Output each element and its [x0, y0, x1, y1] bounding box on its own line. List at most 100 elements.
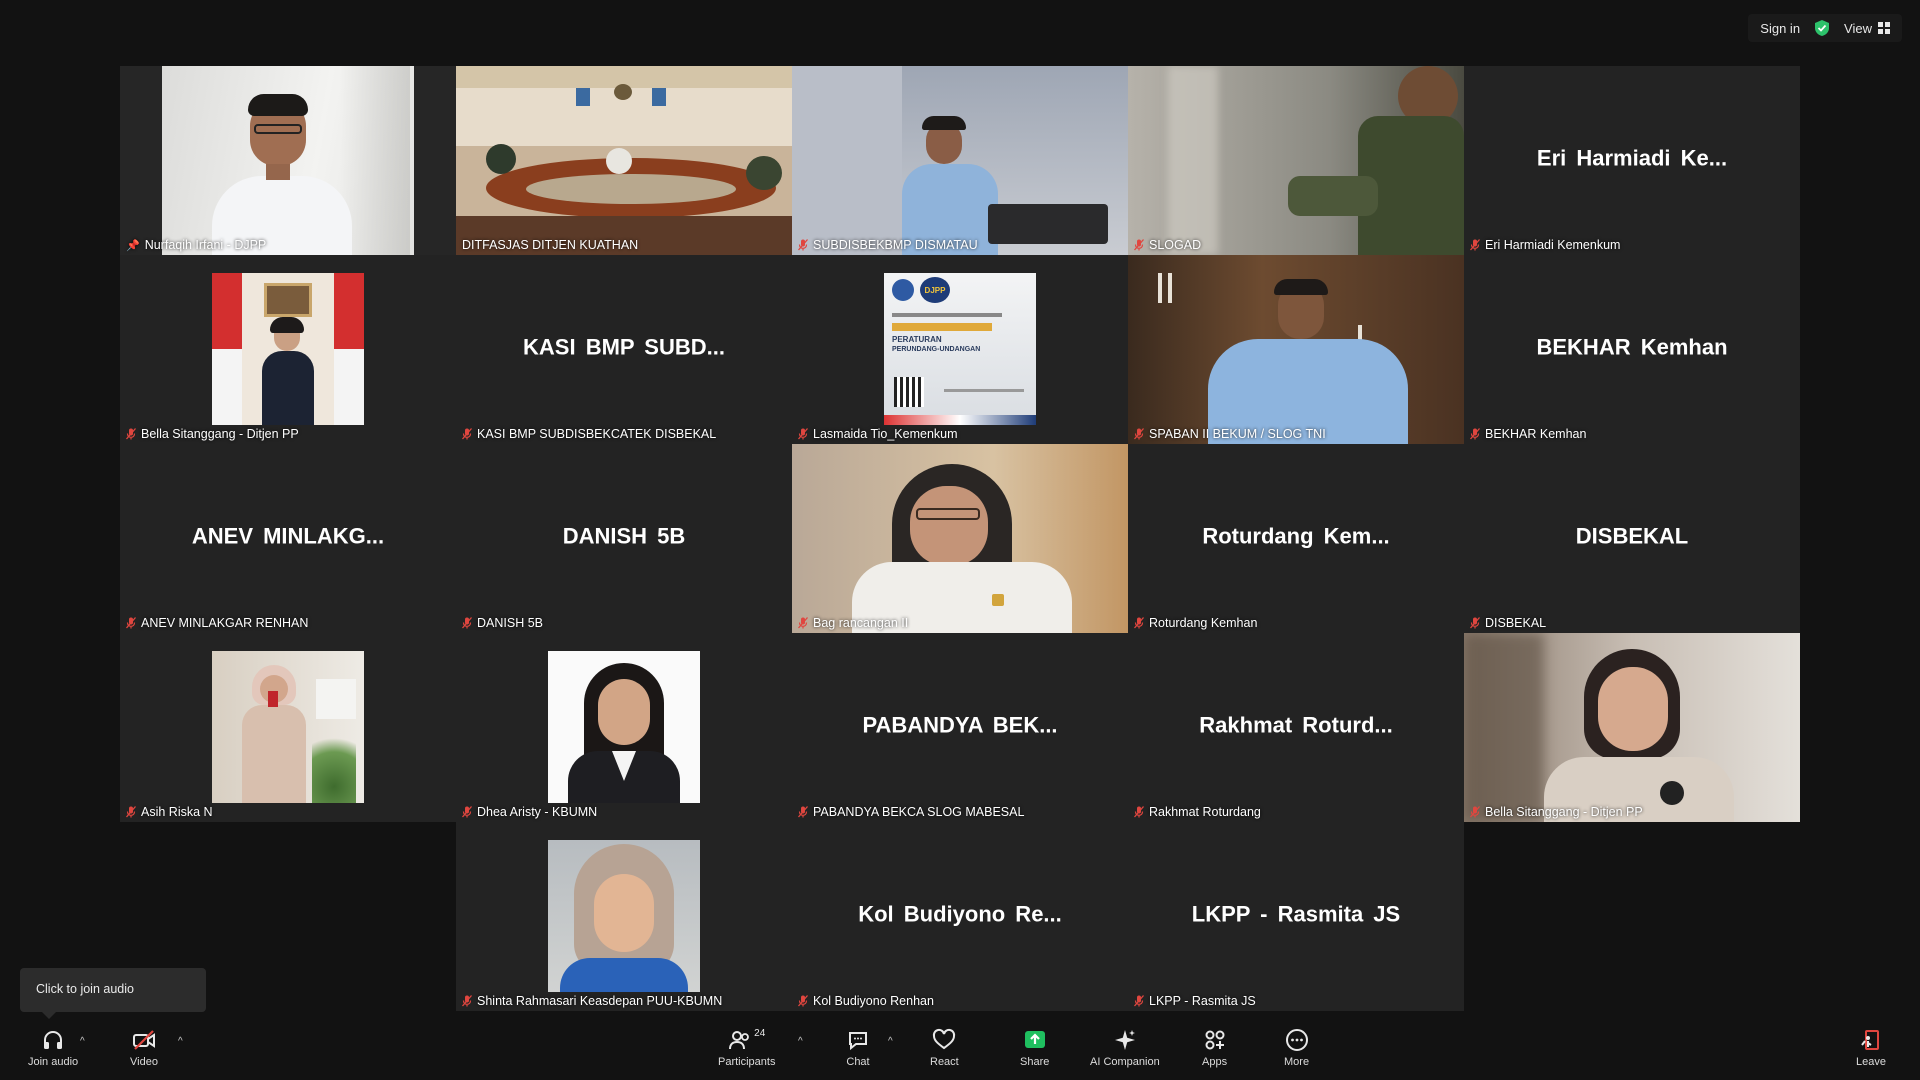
- participant-tile[interactable]: DISBEKAL DISBEKAL: [1464, 444, 1800, 633]
- mic-muted-icon: [462, 995, 472, 1007]
- participant-name: Bag rancangan II: [813, 616, 909, 630]
- chat-icon: [849, 1032, 867, 1051]
- participant-name-tag: DANISH 5B: [462, 616, 543, 630]
- participant-name-tag: Eri Harmiadi Kemenkum: [1470, 238, 1620, 252]
- audio-options-caret-icon[interactable]: ^: [80, 1036, 85, 1047]
- participant-tile[interactable]: SPABAN II BEKUM / SLOG TNI: [1128, 255, 1464, 444]
- participant-tile[interactable]: Asih Riska N: [120, 633, 456, 822]
- participant-name: Dhea Aristy - KBUMN: [477, 805, 598, 819]
- participant-display-name: LKPP - Rasmita JS: [1191, 900, 1401, 926]
- participant-tile[interactable]: SUBDISBEKBMP DISMATAU: [792, 66, 1128, 255]
- participant-tile[interactable]: Eri Harmiadi Ke... Eri Harmiadi Kemenkum: [1464, 66, 1800, 255]
- mic-muted-icon: [1134, 617, 1144, 629]
- participant-name-tag: BEKHAR Kemhan: [1470, 427, 1586, 441]
- participant-tile[interactable]: DJPP PERATURAN PERUNDANG-UNDANGAN Lasmai…: [792, 255, 1128, 444]
- participant-name: Bella Sitanggang - Ditjen PP: [1485, 805, 1643, 819]
- participant-tile[interactable]: 📌 Nurfaqih Irfani - DJPP: [120, 66, 456, 255]
- djpp-logo: DJPP: [920, 277, 950, 303]
- participant-name: DANISH 5B: [477, 616, 543, 630]
- react-button[interactable]: React: [930, 1028, 959, 1068]
- leave-label: Leave: [1856, 1056, 1886, 1068]
- video-options-caret-icon[interactable]: ^: [178, 1036, 183, 1047]
- apps-label: Apps: [1202, 1056, 1228, 1068]
- mic-muted-icon: [1470, 617, 1480, 629]
- participant-tile[interactable]: Dhea Aristy - KBUMN: [456, 633, 792, 822]
- participant-tile[interactable]: Kol Budiyono Re... Kol Budiyono Renhan: [792, 822, 1128, 1011]
- participant-display-name: DANISH 5B: [562, 522, 686, 548]
- participant-name: DITFASJAS DITJEN KUATHAN: [462, 238, 639, 252]
- mic-muted-icon: [798, 995, 808, 1007]
- sign-in-button[interactable]: Sign in: [1760, 21, 1800, 36]
- participant-tile[interactable]: PABANDYA BEK... PABANDYA BEKCA SLOG MABE…: [792, 633, 1128, 822]
- mic-muted-icon: [462, 806, 472, 818]
- react-label: React: [930, 1056, 959, 1068]
- participant-name-tag: Lasmaida Tio_Kemenkum: [798, 427, 958, 441]
- participant-name: Kol Budiyono Renhan: [813, 994, 934, 1008]
- participant-tile[interactable]: Rakhmat Roturd... Rakhmat Roturdang: [1128, 633, 1464, 822]
- mic-muted-icon: [126, 428, 136, 440]
- chat-options-caret-icon[interactable]: ^: [888, 1036, 893, 1047]
- participant-tile[interactable]: Shinta Rahmasari Keasdepan PUU-KBUMN: [456, 822, 792, 1011]
- participant-name-tag: SLOGAD: [1134, 238, 1201, 252]
- participant-display-name: BEKHAR Kemhan: [1536, 333, 1728, 359]
- participants-count: 24: [754, 1028, 766, 1039]
- participant-display-name: KASI BMP SUBD...: [523, 333, 725, 359]
- participant-name: Rakhmat Roturdang: [1149, 805, 1261, 819]
- participant-name-tag: KASI BMP SUBDISBEKCATEK DISBEKAL: [462, 427, 716, 441]
- heart-icon: [933, 1028, 956, 1050]
- participant-name-tag: Bella Sitanggang - Ditjen PP: [126, 427, 299, 441]
- ai-companion-button[interactable]: AI Companion: [1090, 1028, 1160, 1068]
- mic-muted-icon: [462, 617, 472, 629]
- participant-tile[interactable]: DITFASJAS DITJEN KUATHAN: [456, 66, 792, 255]
- grid-icon: [1878, 22, 1890, 34]
- mic-muted-icon: [1134, 806, 1144, 818]
- join-audio-button[interactable]: Join audio: [28, 1028, 78, 1068]
- participant-name-tag: Rakhmat Roturdang: [1134, 805, 1261, 819]
- video-button[interactable]: Video: [130, 1028, 158, 1068]
- participant-name-tag: ANEV MINLAKGAR RENHAN: [126, 616, 308, 630]
- chat-button[interactable]: Chat: [846, 1028, 870, 1068]
- participant-tile[interactable]: Bella Sitanggang - Ditjen PP: [1464, 633, 1800, 822]
- participants-button[interactable]: 24 Participants: [718, 1028, 775, 1068]
- participant-name: DISBEKAL: [1485, 616, 1547, 630]
- more-label: More: [1284, 1056, 1310, 1068]
- participant-tile[interactable]: DANISH 5B DANISH 5B: [456, 444, 792, 633]
- participant-photo: [212, 651, 364, 803]
- participant-name: Roturdang Kemhan: [1149, 616, 1258, 630]
- participant-tile[interactable]: SLOGAD: [1128, 66, 1464, 255]
- participant-name-tag: 📌 Nurfaqih Irfani - DJPP: [126, 238, 266, 252]
- apps-button[interactable]: Apps: [1202, 1028, 1227, 1068]
- participant-tile[interactable]: ANEV MINLAKG... ANEV MINLAKGAR RENHAN: [120, 444, 456, 633]
- participant-tile[interactable]: KASI BMP SUBD... KASI BMP SUBDISBEKCATEK…: [456, 255, 792, 444]
- participant-video: [120, 66, 456, 255]
- participant-tile[interactable]: Bag rancangan II: [792, 444, 1128, 633]
- video-off-icon: [132, 1030, 155, 1050]
- pin-icon: 📌: [126, 239, 140, 252]
- participants-options-caret-icon[interactable]: ^: [798, 1036, 803, 1047]
- participant-name: PABANDYA BEKCA SLOG MABESAL: [813, 805, 1025, 819]
- more-button[interactable]: More: [1284, 1028, 1309, 1068]
- participant-tile[interactable]: BEKHAR Kemhan BEKHAR Kemhan: [1464, 255, 1800, 444]
- participant-name: LKPP - Rasmita JS: [1149, 994, 1256, 1008]
- apps-icon: [1205, 1030, 1225, 1050]
- participant-name: SPABAN II BEKUM / SLOG TNI: [1149, 427, 1326, 441]
- shield-icon[interactable]: [1814, 19, 1830, 37]
- participant-tile[interactable]: LKPP - Rasmita JS LKPP - Rasmita JS: [1128, 822, 1464, 1011]
- mic-muted-icon: [1134, 995, 1144, 1007]
- top-right-controls: Sign in View: [1748, 14, 1902, 42]
- participant-name-tag: PABANDYA BEKCA SLOG MABESAL: [798, 805, 1024, 819]
- participant-display-name: PABANDYA BEK...: [862, 711, 1058, 737]
- participant-photo: [548, 840, 700, 992]
- participant-name: SUBDISBEKBMP DISMATAU: [813, 238, 978, 252]
- view-button[interactable]: View: [1844, 21, 1890, 36]
- poster-line-1: PERATURAN: [892, 335, 942, 344]
- mic-muted-icon: [462, 428, 472, 440]
- more-icon: [1285, 1029, 1308, 1051]
- share-button[interactable]: Share: [1020, 1028, 1049, 1068]
- participant-tile[interactable]: Bella Sitanggang - Ditjen PP: [120, 255, 456, 444]
- mic-muted-icon: [1134, 428, 1144, 440]
- participant-name-tag: DISBEKAL: [1470, 616, 1546, 630]
- participant-tile[interactable]: Roturdang Kem... Roturdang Kemhan: [1128, 444, 1464, 633]
- leave-button[interactable]: Leave: [1856, 1028, 1886, 1068]
- participant-name-tag: Roturdang Kemhan: [1134, 616, 1257, 630]
